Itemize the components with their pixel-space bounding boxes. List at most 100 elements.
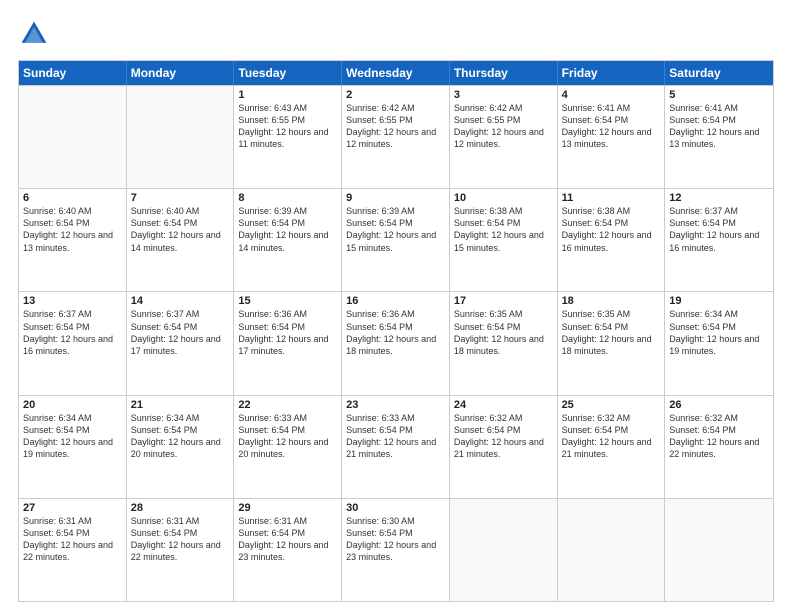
day-cell-23: 23Sunrise: 6:33 AM Sunset: 6:54 PM Dayli… (342, 396, 450, 498)
day-cell-4: 4Sunrise: 6:41 AM Sunset: 6:54 PM Daylig… (558, 86, 666, 188)
day-number: 2 (346, 89, 445, 101)
day-info: Sunrise: 6:35 AM Sunset: 6:54 PM Dayligh… (562, 308, 661, 357)
day-cell-19: 19Sunrise: 6:34 AM Sunset: 6:54 PM Dayli… (665, 292, 773, 394)
day-info: Sunrise: 6:42 AM Sunset: 6:55 PM Dayligh… (454, 102, 553, 151)
day-number: 8 (238, 192, 337, 204)
day-number: 25 (562, 399, 661, 411)
day-cell-25: 25Sunrise: 6:32 AM Sunset: 6:54 PM Dayli… (558, 396, 666, 498)
day-info: Sunrise: 6:36 AM Sunset: 6:54 PM Dayligh… (346, 308, 445, 357)
day-cell-30: 30Sunrise: 6:30 AM Sunset: 6:54 PM Dayli… (342, 499, 450, 601)
logo-icon (18, 18, 50, 50)
day-cell-21: 21Sunrise: 6:34 AM Sunset: 6:54 PM Dayli… (127, 396, 235, 498)
day-cell-13: 13Sunrise: 6:37 AM Sunset: 6:54 PM Dayli… (19, 292, 127, 394)
day-number: 18 (562, 295, 661, 307)
calendar: SundayMondayTuesdayWednesdayThursdayFrid… (18, 60, 774, 602)
day-cell-17: 17Sunrise: 6:35 AM Sunset: 6:54 PM Dayli… (450, 292, 558, 394)
day-info: Sunrise: 6:32 AM Sunset: 6:54 PM Dayligh… (454, 412, 553, 461)
day-number: 24 (454, 399, 553, 411)
day-cell-28: 28Sunrise: 6:31 AM Sunset: 6:54 PM Dayli… (127, 499, 235, 601)
day-cell-16: 16Sunrise: 6:36 AM Sunset: 6:54 PM Dayli… (342, 292, 450, 394)
weekday-header-sunday: Sunday (19, 61, 127, 85)
day-cell-26: 26Sunrise: 6:32 AM Sunset: 6:54 PM Dayli… (665, 396, 773, 498)
day-number: 27 (23, 502, 122, 514)
day-number: 4 (562, 89, 661, 101)
day-number: 20 (23, 399, 122, 411)
day-info: Sunrise: 6:34 AM Sunset: 6:54 PM Dayligh… (23, 412, 122, 461)
day-cell-11: 11Sunrise: 6:38 AM Sunset: 6:54 PM Dayli… (558, 189, 666, 291)
day-cell-22: 22Sunrise: 6:33 AM Sunset: 6:54 PM Dayli… (234, 396, 342, 498)
day-info: Sunrise: 6:34 AM Sunset: 6:54 PM Dayligh… (669, 308, 769, 357)
day-number: 19 (669, 295, 769, 307)
day-cell-empty-0-0 (19, 86, 127, 188)
day-info: Sunrise: 6:36 AM Sunset: 6:54 PM Dayligh… (238, 308, 337, 357)
day-number: 11 (562, 192, 661, 204)
weekday-header-wednesday: Wednesday (342, 61, 450, 85)
day-cell-29: 29Sunrise: 6:31 AM Sunset: 6:54 PM Dayli… (234, 499, 342, 601)
day-info: Sunrise: 6:33 AM Sunset: 6:54 PM Dayligh… (238, 412, 337, 461)
day-number: 28 (131, 502, 230, 514)
day-number: 16 (346, 295, 445, 307)
day-number: 15 (238, 295, 337, 307)
calendar-row-4: 20Sunrise: 6:34 AM Sunset: 6:54 PM Dayli… (19, 395, 773, 498)
weekday-header-friday: Friday (558, 61, 666, 85)
day-cell-12: 12Sunrise: 6:37 AM Sunset: 6:54 PM Dayli… (665, 189, 773, 291)
weekday-header-tuesday: Tuesday (234, 61, 342, 85)
day-info: Sunrise: 6:31 AM Sunset: 6:54 PM Dayligh… (131, 515, 230, 564)
day-number: 6 (23, 192, 122, 204)
day-info: Sunrise: 6:40 AM Sunset: 6:54 PM Dayligh… (131, 205, 230, 254)
day-cell-9: 9Sunrise: 6:39 AM Sunset: 6:54 PM Daylig… (342, 189, 450, 291)
weekday-header-monday: Monday (127, 61, 235, 85)
day-number: 12 (669, 192, 769, 204)
day-info: Sunrise: 6:39 AM Sunset: 6:54 PM Dayligh… (238, 205, 337, 254)
day-number: 9 (346, 192, 445, 204)
day-cell-7: 7Sunrise: 6:40 AM Sunset: 6:54 PM Daylig… (127, 189, 235, 291)
calendar-row-3: 13Sunrise: 6:37 AM Sunset: 6:54 PM Dayli… (19, 291, 773, 394)
day-info: Sunrise: 6:31 AM Sunset: 6:54 PM Dayligh… (23, 515, 122, 564)
day-cell-empty-0-1 (127, 86, 235, 188)
day-number: 10 (454, 192, 553, 204)
day-info: Sunrise: 6:41 AM Sunset: 6:54 PM Dayligh… (669, 102, 769, 151)
day-info: Sunrise: 6:39 AM Sunset: 6:54 PM Dayligh… (346, 205, 445, 254)
day-info: Sunrise: 6:31 AM Sunset: 6:54 PM Dayligh… (238, 515, 337, 564)
day-info: Sunrise: 6:34 AM Sunset: 6:54 PM Dayligh… (131, 412, 230, 461)
day-cell-empty-4-6 (665, 499, 773, 601)
weekday-header-saturday: Saturday (665, 61, 773, 85)
day-number: 29 (238, 502, 337, 514)
day-number: 3 (454, 89, 553, 101)
day-info: Sunrise: 6:42 AM Sunset: 6:55 PM Dayligh… (346, 102, 445, 151)
day-number: 1 (238, 89, 337, 101)
day-number: 23 (346, 399, 445, 411)
day-cell-3: 3Sunrise: 6:42 AM Sunset: 6:55 PM Daylig… (450, 86, 558, 188)
day-info: Sunrise: 6:37 AM Sunset: 6:54 PM Dayligh… (23, 308, 122, 357)
day-cell-8: 8Sunrise: 6:39 AM Sunset: 6:54 PM Daylig… (234, 189, 342, 291)
day-info: Sunrise: 6:35 AM Sunset: 6:54 PM Dayligh… (454, 308, 553, 357)
day-number: 14 (131, 295, 230, 307)
day-info: Sunrise: 6:33 AM Sunset: 6:54 PM Dayligh… (346, 412, 445, 461)
day-cell-15: 15Sunrise: 6:36 AM Sunset: 6:54 PM Dayli… (234, 292, 342, 394)
day-cell-1: 1Sunrise: 6:43 AM Sunset: 6:55 PM Daylig… (234, 86, 342, 188)
day-cell-10: 10Sunrise: 6:38 AM Sunset: 6:54 PM Dayli… (450, 189, 558, 291)
calendar-row-2: 6Sunrise: 6:40 AM Sunset: 6:54 PM Daylig… (19, 188, 773, 291)
day-cell-20: 20Sunrise: 6:34 AM Sunset: 6:54 PM Dayli… (19, 396, 127, 498)
day-cell-2: 2Sunrise: 6:42 AM Sunset: 6:55 PM Daylig… (342, 86, 450, 188)
day-info: Sunrise: 6:43 AM Sunset: 6:55 PM Dayligh… (238, 102, 337, 151)
day-cell-14: 14Sunrise: 6:37 AM Sunset: 6:54 PM Dayli… (127, 292, 235, 394)
day-number: 22 (238, 399, 337, 411)
day-number: 13 (23, 295, 122, 307)
logo (18, 18, 54, 50)
day-cell-24: 24Sunrise: 6:32 AM Sunset: 6:54 PM Dayli… (450, 396, 558, 498)
day-info: Sunrise: 6:40 AM Sunset: 6:54 PM Dayligh… (23, 205, 122, 254)
calendar-header: SundayMondayTuesdayWednesdayThursdayFrid… (19, 61, 773, 85)
day-cell-empty-4-4 (450, 499, 558, 601)
day-number: 26 (669, 399, 769, 411)
day-cell-27: 27Sunrise: 6:31 AM Sunset: 6:54 PM Dayli… (19, 499, 127, 601)
calendar-row-5: 27Sunrise: 6:31 AM Sunset: 6:54 PM Dayli… (19, 498, 773, 601)
day-info: Sunrise: 6:38 AM Sunset: 6:54 PM Dayligh… (454, 205, 553, 254)
header (18, 18, 774, 50)
day-info: Sunrise: 6:30 AM Sunset: 6:54 PM Dayligh… (346, 515, 445, 564)
weekday-header-thursday: Thursday (450, 61, 558, 85)
calendar-body: 1Sunrise: 6:43 AM Sunset: 6:55 PM Daylig… (19, 85, 773, 601)
day-info: Sunrise: 6:38 AM Sunset: 6:54 PM Dayligh… (562, 205, 661, 254)
day-info: Sunrise: 6:32 AM Sunset: 6:54 PM Dayligh… (562, 412, 661, 461)
day-cell-6: 6Sunrise: 6:40 AM Sunset: 6:54 PM Daylig… (19, 189, 127, 291)
